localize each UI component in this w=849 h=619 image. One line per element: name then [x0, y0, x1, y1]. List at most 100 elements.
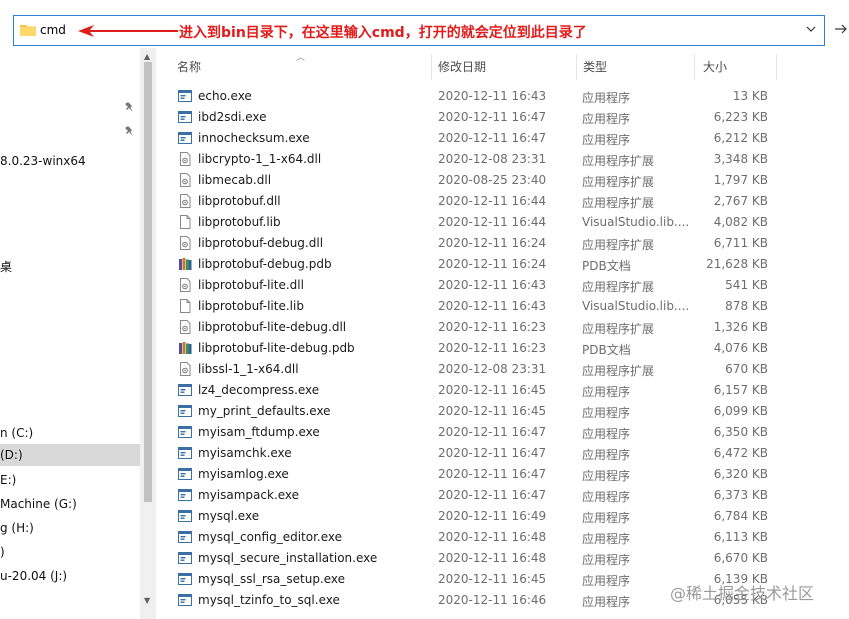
file-row[interactable]: libprotobuf-debug.pdb 2020-12-11 16:24 PDB… [170, 254, 770, 275]
file-row[interactable]: myisampack.exe 2020-12-11 16:47 应用程序 6,373 … [170, 485, 770, 506]
file-type: VisualStudio.lib.... [582, 299, 690, 313]
file-name: my_print_defaults.exe [198, 404, 331, 418]
navigation-pane: 8.0.23-winx64 桌 n (C:) (D:) E:) Machine (G:) g… [0, 48, 140, 619]
file-row[interactable]: libprotobuf.lib 2020-12-11 16:44 VisualStu… [170, 212, 770, 233]
file-size: 21,628 KB [706, 257, 768, 271]
file-type: 应用程序 [582, 553, 631, 567]
pin-icon[interactable] [124, 101, 136, 113]
file-row[interactable]: echo.exe 2020-12-11 16:43 应用程序 13 KB [170, 86, 770, 107]
pin-icon[interactable] [124, 125, 136, 137]
column-header-date[interactable]: 修改日期 [438, 54, 486, 80]
file-row[interactable]: lz4_decompress.exe 2020-12-11 16:45 应用程序 6,… [170, 380, 770, 401]
file-row[interactable]: mysql.exe 2020-12-11 16:49 应用程序 6,784 KB [170, 506, 770, 527]
file-name: lz4_decompress.exe [198, 383, 320, 397]
column-header-type[interactable]: 类型 [583, 54, 607, 80]
file-size: 4,082 KB [713, 215, 768, 229]
file-row[interactable]: libcrypto-1_1-x64.dll 2020-12-08 23:31 应用程… [170, 149, 770, 170]
dll-file-icon [178, 236, 192, 250]
pdb-file-icon [178, 341, 192, 355]
file-name: libcrypto-1_1-x64.dll [198, 152, 322, 166]
file-name: myisamlog.exe [198, 467, 289, 481]
column-divider[interactable] [576, 54, 577, 80]
file-row[interactable]: libprotobuf-lite-debug.dll 2020-12-11 16:… [170, 317, 770, 338]
file-date: 2020-12-11 16:45 [438, 404, 547, 418]
file-row[interactable]: libprotobuf-lite-debug.pdb 2020-12-11 16:… [170, 338, 770, 359]
nav-item[interactable]: u-20.04 (J:) [0, 569, 67, 583]
exe-file-icon [178, 509, 192, 523]
go-arrow-icon[interactable] [834, 22, 848, 36]
file-date: 2020-12-11 16:23 [438, 320, 547, 334]
file-type: PDB文档 [582, 259, 631, 273]
file-row[interactable]: innochecksum.exe 2020-12-11 16:47 应用程序 6,21… [170, 128, 770, 149]
exe-file-icon [178, 404, 192, 418]
file-row[interactable]: libssl-1_1-x64.dll 2020-12-08 23:31 应用程序扩展… [170, 359, 770, 380]
lib-file-icon [178, 215, 192, 229]
file-name: innochecksum.exe [198, 131, 310, 145]
file-type: VisualStudio.lib.... [582, 215, 690, 229]
file-row[interactable]: libprotobuf.dll 2020-12-11 16:44 应用程序扩展 2,7… [170, 191, 770, 212]
file-name: myisampack.exe [198, 488, 300, 502]
exe-file-icon [178, 593, 192, 607]
file-row[interactable]: myisamchk.exe 2020-12-11 16:47 应用程序 6,472 K… [170, 443, 770, 464]
nav-item[interactable]: n (C:) [0, 426, 33, 440]
nav-item[interactable]: Machine (G:) [0, 497, 77, 511]
exe-file-icon [178, 572, 192, 586]
scroll-down-icon[interactable]: ▼ [144, 596, 150, 605]
file-date: 2020-12-11 16:49 [438, 509, 547, 523]
file-date: 2020-08-25 23:40 [438, 173, 547, 187]
file-row[interactable]: mysql_secure_installation.exe 2020-12-11 … [170, 548, 770, 569]
file-type: 应用程序 [582, 385, 631, 399]
nav-item[interactable]: (D:) [0, 444, 140, 466]
scroll-up-icon[interactable]: ▲ [144, 52, 150, 61]
address-bar[interactable]: cmd 进入到bin目录下，在这里输入cmd，打开的就会定位到此目录了 [13, 15, 825, 46]
file-row[interactable]: libprotobuf-debug.dll 2020-12-11 16:24 应用程… [170, 233, 770, 254]
dll-file-icon [178, 320, 192, 334]
file-name: libprotobuf-debug.dll [198, 236, 324, 250]
file-name: libssl-1_1-x64.dll [198, 362, 299, 376]
file-size: 6,113 KB [713, 530, 768, 544]
file-row[interactable]: libprotobuf-lite.lib 2020-12-11 16:43 Visu… [170, 296, 770, 317]
file-row[interactable]: libmecab.dll 2020-08-25 23:40 应用程序扩展 1,797 … [170, 170, 770, 191]
column-header-size[interactable]: 大小 [703, 54, 727, 80]
file-size: 878 KB [725, 299, 768, 313]
file-name: mysql_ssl_rsa_setup.exe [198, 572, 346, 586]
navigation-scrollbar[interactable]: ▲ ▼ [140, 48, 156, 619]
file-name: mysql_tzinfo_to_sql.exe [198, 593, 340, 607]
file-type: 应用程序 [582, 511, 631, 525]
file-type: 应用程序 [582, 91, 631, 105]
file-size: 670 KB [725, 362, 768, 376]
nav-item[interactable]: 8.0.23-winx64 [0, 154, 86, 168]
file-size: 6,350 KB [713, 425, 768, 439]
file-size: 2,767 KB [713, 194, 768, 208]
file-date: 2020-12-11 16:46 [438, 593, 547, 607]
file-row[interactable]: my_print_defaults.exe 2020-12-11 16:45 应用程… [170, 401, 770, 422]
file-name: libprotobuf-debug.pdb [198, 257, 332, 271]
file-row[interactable]: libprotobuf-lite.dll 2020-12-11 16:43 应用程序… [170, 275, 770, 296]
file-row[interactable]: mysql_config_editor.exe 2020-12-11 16:48 应… [170, 527, 770, 548]
file-row[interactable]: myisam_ftdump.exe 2020-12-11 16:47 应用程序 6,3… [170, 422, 770, 443]
nav-item[interactable]: E:) [0, 473, 16, 487]
nav-item[interactable]: ) [0, 545, 5, 559]
address-input[interactable]: cmd [40, 23, 66, 37]
file-type: 应用程序扩展 [582, 238, 655, 252]
file-size: 6,099 KB [713, 404, 768, 418]
column-header-name[interactable]: 名称 [177, 54, 201, 80]
file-name: libprotobuf-lite.dll [198, 278, 304, 292]
scroll-thumb[interactable] [144, 62, 152, 502]
file-name: mysql_config_editor.exe [198, 530, 343, 544]
file-size: 6,157 KB [713, 383, 768, 397]
file-row[interactable]: ibd2sdi.exe 2020-12-11 16:47 应用程序 6,223 KB [170, 107, 770, 128]
column-divider[interactable] [694, 54, 695, 80]
nav-item[interactable]: 桌 [0, 258, 12, 275]
column-divider[interactable] [431, 54, 432, 80]
file-name: libprotobuf-lite-debug.dll [198, 320, 347, 334]
nav-item[interactable]: g (H:) [0, 521, 34, 535]
file-name: libprotobuf.lib [198, 215, 281, 229]
file-size: 6,320 KB [713, 467, 768, 481]
exe-file-icon [178, 446, 192, 460]
column-divider[interactable] [776, 54, 777, 80]
file-date: 2020-12-11 16:43 [438, 278, 547, 292]
file-row[interactable]: myisamlog.exe 2020-12-11 16:47 应用程序 6,320 K… [170, 464, 770, 485]
lib-file-icon [178, 299, 192, 313]
chevron-down-icon[interactable] [806, 24, 816, 34]
